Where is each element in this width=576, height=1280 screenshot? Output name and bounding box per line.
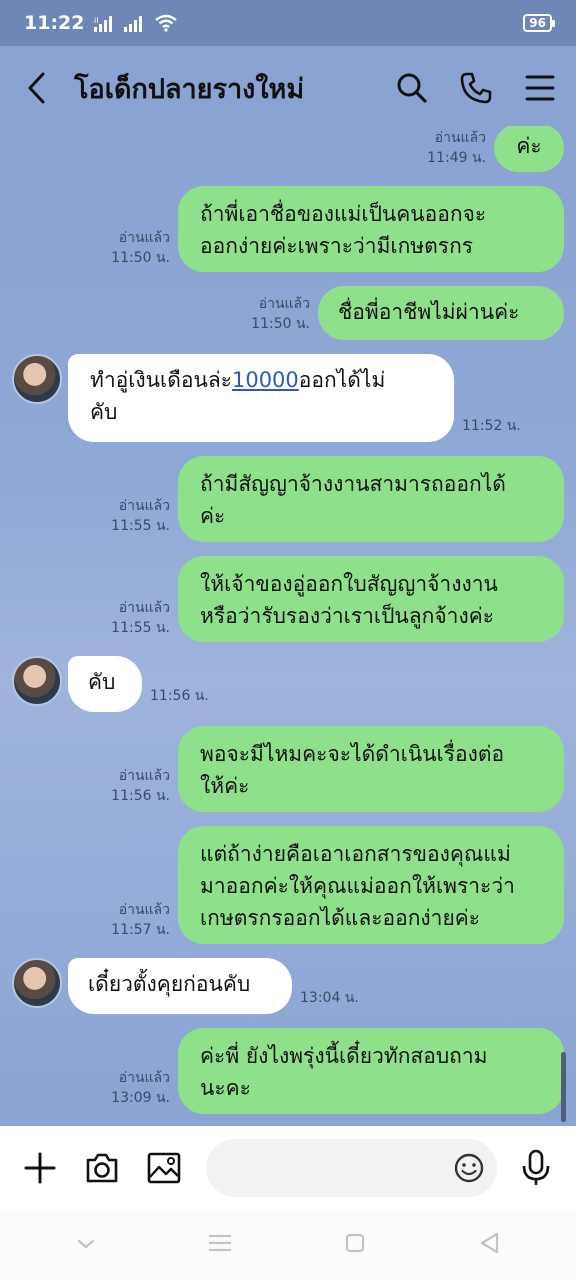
read-receipt: อ่านแล้ว [118,1070,170,1086]
nav-recents-button[interactable] [208,1233,232,1257]
read-receipt: อ่านแล้ว [118,498,170,514]
message-line: มาออกค่ะให้คุณแม่ออกให้เพราะว่า [200,874,515,898]
chat-message-list[interactable]: อ่านแล้ว 11:49 น. ค่ะ อ่านแล้ว 11:50 น. … [0,126,576,1126]
battery-indicator: 96 [523,14,555,32]
avatar[interactable] [12,958,62,1008]
home-icon [345,1233,365,1253]
gallery-button[interactable] [146,1150,182,1186]
message-bubble[interactable]: เดี๋ยวตั้งคุยก่อนคับ [68,958,292,1014]
read-receipt: อ่านแล้ว [118,230,170,246]
chat-header: โอเด็กปลายรางใหม่ [0,46,576,130]
camera-icon [86,1153,118,1183]
message-bubble[interactable]: พอจะมีไหมคะจะได้ดำเนินเรื่องต่อ ให้ค่ะ [178,726,564,812]
message-line: ถ้าพี่เอาชื่อของแม่เป็นคนออกจะ [200,202,487,226]
call-button[interactable] [458,70,494,106]
message-line: ค่ะพี่ ยังไงพรุ่งนี้เดี๋ยวทักสอบถาม [200,1044,488,1068]
message-line: หรือว่ารับรองว่าเราเป็นลูกจ้างค่ะ [200,604,495,628]
add-button[interactable] [22,1150,58,1186]
message-line: นะคะ [200,1076,251,1100]
message-line: ทำอู่เงินเดือนล่ะ10000ออกได้ไม่ [90,368,386,392]
message-line: เกษตรกรออกได้และออกง่ายค่ะ [200,906,481,930]
status-bar: 11:22 il 96 [0,0,576,46]
message-input-bar [0,1126,576,1210]
phone-number-link[interactable]: 10000 [232,368,299,392]
signal-icon-2 [124,16,143,32]
search-icon [397,73,427,103]
nav-collapse-button[interactable] [76,1236,96,1255]
nav-back-button[interactable] [478,1231,500,1259]
message-line: ถ้ามีสัญญาจ้างงานสามารถออกได้ [200,472,506,496]
plus-icon [24,1152,56,1184]
read-receipt: อ่านแล้ว [434,130,486,146]
message-line: แต่ถ้าง่ายคือเอาเอกสารของคุณแม่ [200,842,511,866]
wifi-icon [155,14,178,32]
mic-icon [523,1149,550,1185]
read-receipt: อ่านแล้ว [118,902,170,918]
message-line: ออกง่ายค่ะเพราะว่ามีเกษตรกร [200,234,474,258]
message-line: ให้ค่ะ [200,774,250,798]
message-time: 11:56 น. [111,788,170,804]
recents-icon [208,1234,232,1252]
message-bubble[interactable]: คับ [68,656,142,712]
status-icons: il [94,14,178,32]
message-input[interactable] [206,1139,497,1197]
menu-button[interactable] [522,70,558,106]
menu-icon [525,75,555,101]
message-time: 11:50 น. [111,250,170,266]
status-time: 11:22 [24,12,85,34]
message-time: 11:55 น. [111,518,170,534]
image-icon [147,1152,181,1184]
message-time: 11:57 น. [111,922,170,938]
message-line: พอจะมีไหมคะจะได้ดำเนินเรื่องต่อ [200,742,505,766]
message-bubble[interactable]: ให้เจ้าของอู่ออกใบสัญญาจ้างงาน หรือว่ารั… [178,556,564,642]
message-bubble[interactable]: ถ้าพี่เอาชื่อของแม่เป็นคนออกจะ ออกง่ายค่… [178,186,564,272]
message-line: ค่ะ [200,504,226,528]
back-button[interactable] [18,70,54,106]
message-bubble[interactable]: ทำอู่เงินเดือนล่ะ10000ออกได้ไม่ คับ [68,354,454,442]
system-navigation-bar [0,1210,576,1280]
read-receipt: อ่านแล้ว [258,296,310,312]
message-time: 13:04 น. [300,990,359,1006]
message-bubble[interactable]: ชื่อพี่อาชีพไม่ผ่านค่ะ [318,286,564,340]
message-time: 11:50 น. [251,316,310,332]
message-time: 11:56 น. [150,688,209,704]
svg-text:il: il [94,16,98,25]
chat-title: โอเด็กปลายรางใหม่ [74,73,305,105]
emoji-button[interactable] [453,1152,485,1188]
message-time: 11:49 น. [427,150,486,166]
signal-icon: il [94,16,113,32]
back-triangle-icon [480,1232,499,1254]
message-line: คับ [90,400,118,424]
camera-button[interactable] [84,1150,120,1186]
message-bubble[interactable]: แต่ถ้าง่ายคือเอาเอกสารของคุณแม่ มาออกค่ะ… [178,826,564,944]
message-time: 13:09 น. [111,1090,170,1106]
message-time: 11:52 น. [462,418,521,434]
read-receipt: อ่านแล้ว [118,600,170,616]
message-time: 11:55 น. [111,620,170,636]
chevron-down-icon [77,1239,95,1248]
avatar[interactable] [12,656,62,706]
phone-icon [460,72,492,104]
message-bubble[interactable]: ถ้ามีสัญญาจ้างงานสามารถออกได้ ค่ะ [178,456,564,542]
voice-button[interactable] [519,1149,554,1186]
message-line: ให้เจ้าของอู่ออกใบสัญญาจ้างงาน [200,572,498,596]
avatar[interactable] [12,354,62,404]
scrollbar-thumb[interactable] [561,1052,566,1122]
read-receipt: อ่านแล้ว [118,768,170,784]
nav-home-button[interactable] [344,1232,366,1258]
search-button[interactable] [394,70,430,106]
message-bubble[interactable]: ค่ะ [494,126,564,172]
chevron-left-icon [28,72,45,104]
emoji-icon [454,1153,483,1183]
message-bubble[interactable]: ค่ะพี่ ยังไงพรุ่งนี้เดี๋ยวทักสอบถาม นะคะ [178,1028,564,1114]
